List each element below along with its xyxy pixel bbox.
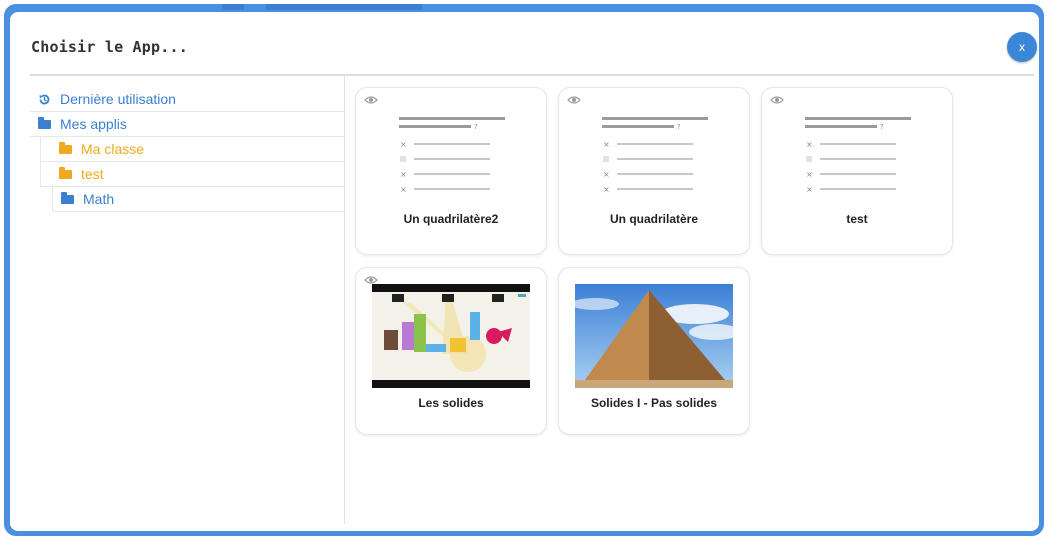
app-picker-dialog: Choisir le App... x Dernière utilisation… bbox=[10, 12, 1039, 531]
svg-text:×: × bbox=[603, 170, 610, 179]
tree-item-math[interactable]: Math bbox=[52, 187, 344, 212]
svg-text:×: × bbox=[400, 140, 407, 149]
eye-icon[interactable] bbox=[770, 95, 784, 105]
svg-text:×: × bbox=[603, 185, 610, 194]
svg-text:×: × bbox=[603, 140, 610, 149]
app-card-image[interactable]: Solides I - Pas solides bbox=[558, 267, 750, 435]
tree-item-label: test bbox=[81, 166, 104, 182]
svg-text:×: × bbox=[400, 185, 407, 194]
panel-divider bbox=[344, 76, 345, 524]
dialog-title: Choisir le App... bbox=[31, 38, 188, 56]
svg-text:×: × bbox=[806, 140, 813, 149]
svg-text:?: ? bbox=[474, 123, 478, 131]
top-tab-right bbox=[266, 4, 422, 10]
svg-text:?: ? bbox=[677, 123, 681, 131]
eye-icon[interactable] bbox=[567, 95, 581, 105]
eye-icon[interactable] bbox=[364, 95, 378, 105]
svg-text:×: × bbox=[806, 185, 813, 194]
app-card-quiz[interactable]: ? × × × Un quadrilatère bbox=[558, 87, 750, 255]
tree-item-recent[interactable]: Dernière utilisation bbox=[30, 87, 344, 112]
tree-item-label: Mes applis bbox=[60, 116, 127, 132]
folder-icon bbox=[57, 166, 73, 179]
header-divider bbox=[30, 74, 1034, 76]
folder-icon bbox=[59, 191, 75, 204]
top-tab-left bbox=[222, 4, 244, 10]
tree-item-label: Dernière utilisation bbox=[60, 91, 176, 107]
card-title: test bbox=[846, 212, 868, 226]
card-title: Un quadrilatère2 bbox=[403, 212, 499, 226]
app-card-quiz[interactable]: ? × × × test bbox=[761, 87, 953, 255]
quiz-thumbnail: ? × × × bbox=[805, 117, 911, 194]
svg-text:×: × bbox=[400, 170, 407, 179]
quiz-thumbnail: ? × × × bbox=[399, 117, 505, 194]
eye-icon[interactable] bbox=[364, 275, 378, 285]
history-icon bbox=[36, 93, 52, 106]
quiz-thumbnail: ? × × × bbox=[602, 117, 708, 194]
folder-icon bbox=[57, 141, 73, 154]
pyramid-image bbox=[575, 284, 733, 388]
svg-text:?: ? bbox=[880, 123, 884, 131]
tree-item-test[interactable]: test bbox=[40, 162, 344, 187]
svg-text:×: × bbox=[806, 170, 813, 179]
tree-item-label: Ma classe bbox=[81, 141, 145, 157]
tree-item-label: Math bbox=[83, 191, 115, 207]
tree-item-ma-classe[interactable]: Ma classe bbox=[40, 137, 344, 162]
video-thumbnail bbox=[372, 284, 530, 388]
card-title: Les solides bbox=[418, 396, 484, 410]
card-title: Solides I - Pas solides bbox=[590, 396, 718, 410]
tree-item-my-apps[interactable]: Mes applis bbox=[30, 112, 344, 137]
close-button[interactable]: x bbox=[1007, 32, 1037, 62]
app-card-video[interactable]: Les solides bbox=[355, 267, 547, 435]
app-card-quiz[interactable]: ? × × × Un quadrilatère2 bbox=[355, 87, 547, 255]
folder-tree: Dernière utilisation Mes applis Ma class… bbox=[30, 87, 344, 212]
folder-icon bbox=[36, 116, 52, 129]
card-title: Un quadrilatère bbox=[609, 212, 699, 226]
